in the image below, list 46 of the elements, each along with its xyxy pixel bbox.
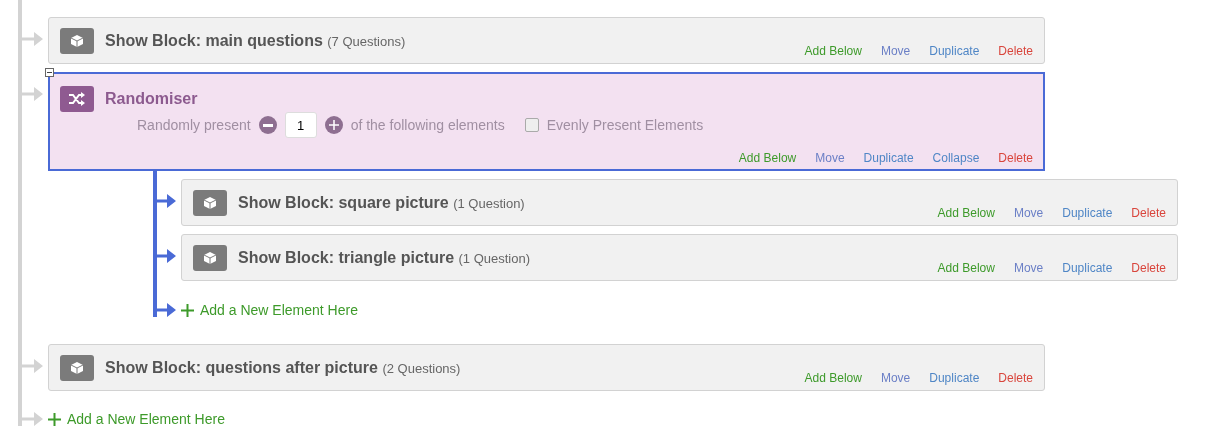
plus-icon xyxy=(48,412,61,426)
cube-icon xyxy=(203,196,217,210)
add-link[interactable]: Add Below xyxy=(804,371,862,385)
delete-link[interactable]: Delete xyxy=(1131,206,1166,220)
evenly-checkbox[interactable] xyxy=(524,118,539,132)
collapse-toggle[interactable] xyxy=(45,68,54,77)
move-link[interactable]: Move xyxy=(880,371,911,385)
move-link[interactable]: Move xyxy=(815,151,845,165)
add-element-link[interactable]: Add a New Element Here xyxy=(48,412,225,426)
move-link[interactable]: Move xyxy=(1013,206,1044,220)
collapse-link[interactable]: Collapse xyxy=(932,151,980,165)
increment-button[interactable] xyxy=(324,116,343,134)
present-label: Randomly present xyxy=(137,117,251,133)
duplicate-link[interactable]: Duplicate xyxy=(929,44,980,58)
duplicate-link[interactable]: Duplicate xyxy=(863,151,914,165)
plus-icon xyxy=(181,303,194,317)
block-title: Show Block: triangle picture (1 Question) xyxy=(238,249,531,267)
block-title: Show Block: main questions (7 Questions) xyxy=(105,32,406,50)
delete-link[interactable]: Delete xyxy=(1131,261,1166,275)
cube-icon xyxy=(70,361,84,375)
minus-icon xyxy=(262,123,273,127)
add-element-link[interactable]: Add a New Element Here xyxy=(181,303,358,317)
add-link[interactable]: Add Below xyxy=(937,261,995,275)
shuffle-icon xyxy=(68,92,86,106)
delete-link[interactable]: Delete xyxy=(998,371,1033,385)
cube-icon xyxy=(70,34,84,48)
move-link[interactable]: Move xyxy=(880,44,911,58)
duplicate-link[interactable]: Duplicate xyxy=(1062,261,1113,275)
add-link[interactable]: Add Below xyxy=(937,206,995,220)
present-suffix: of the following elements xyxy=(350,117,505,133)
duplicate-link[interactable]: Duplicate xyxy=(929,371,980,385)
add-link[interactable]: Add Below xyxy=(804,44,862,58)
delete-link[interactable]: Delete xyxy=(998,44,1033,58)
evenly-label: Evenly Present Elements xyxy=(546,117,704,133)
randomiser-title: Randomiser xyxy=(105,90,198,108)
cube-icon xyxy=(203,251,217,265)
move-link[interactable]: Move xyxy=(1013,261,1044,275)
minus-icon xyxy=(47,70,52,75)
plus-icon xyxy=(328,120,339,130)
count-field[interactable]: 1 xyxy=(284,112,317,138)
delete-link[interactable]: Delete xyxy=(998,151,1033,165)
duplicate-link[interactable]: Duplicate xyxy=(1062,206,1113,220)
add-link[interactable]: Add Below xyxy=(738,151,797,165)
block-title: Show Block: square picture (1 Question) xyxy=(238,194,525,212)
decrement-button[interactable] xyxy=(258,116,277,134)
block-title: Show Block: questions after picture (2 Questions) xyxy=(105,359,461,377)
